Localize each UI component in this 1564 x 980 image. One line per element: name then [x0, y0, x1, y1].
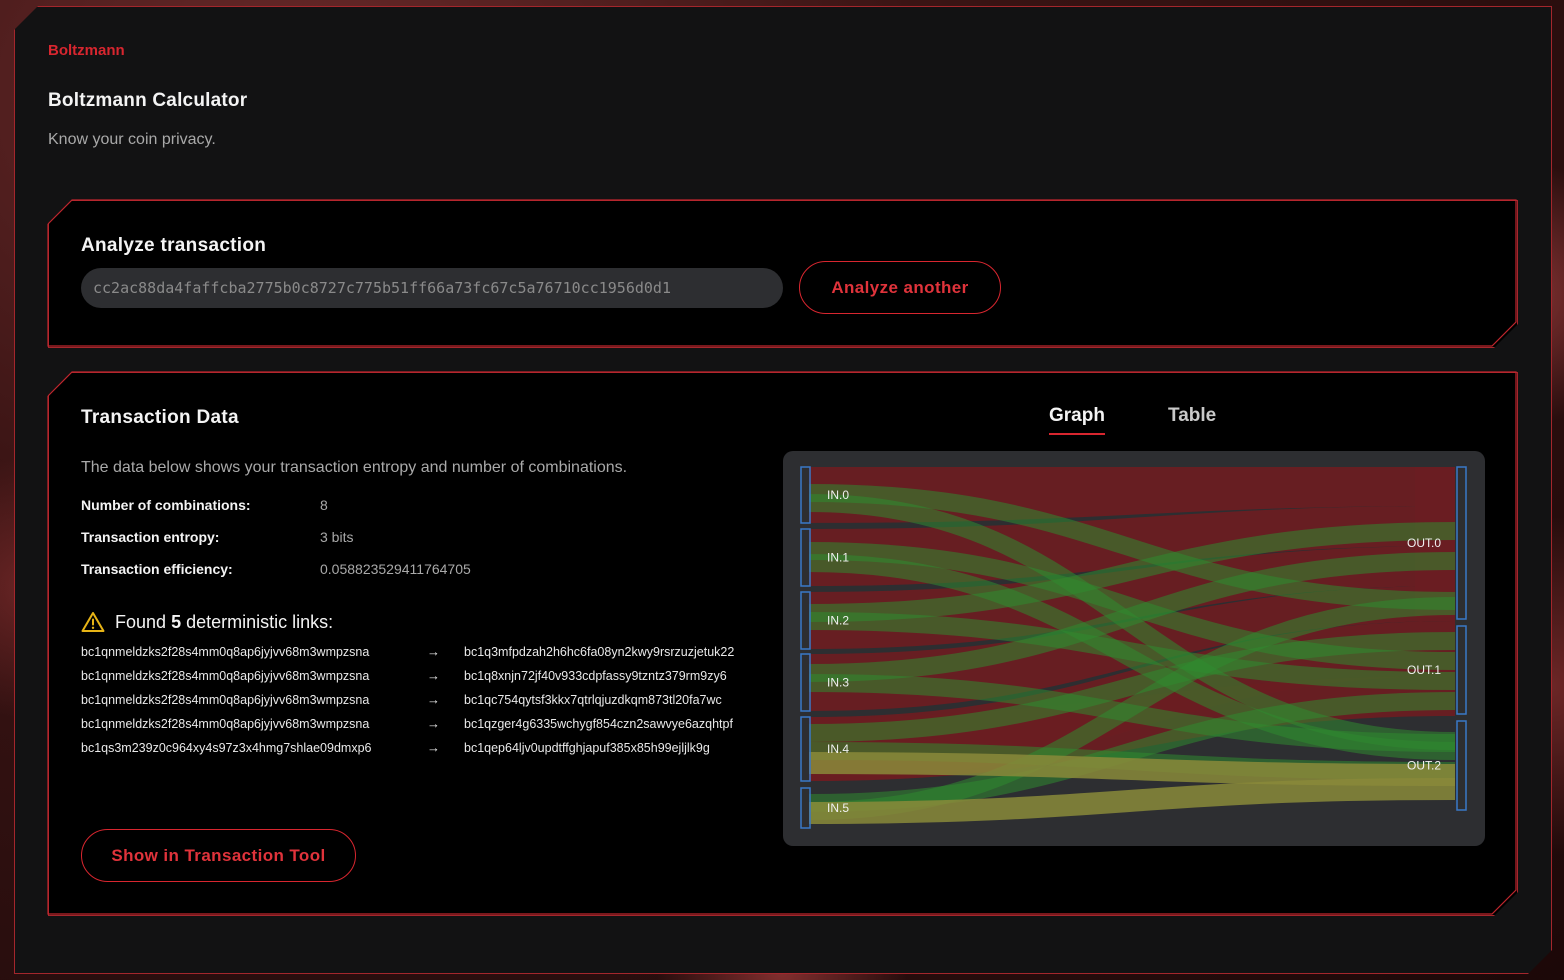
sankey-input-label: IN.3 [827, 676, 849, 690]
txid-input[interactable] [81, 268, 783, 308]
sankey-input-label: IN.1 [827, 551, 849, 565]
sankey-input-node[interactable] [801, 788, 810, 828]
warning-icon [81, 611, 105, 633]
tab-graph[interactable]: Graph [1049, 405, 1105, 435]
link-from-address: bc1qnmeldzks2f28s4mm0q8ap6jyjvv68m3wmpzs… [81, 717, 370, 731]
link-to-address: bc1qzger4g6335wchygf854czn2sawvye6azqhtp… [464, 717, 733, 731]
sankey-input-node[interactable] [801, 654, 810, 711]
found-prefix: Found [115, 611, 167, 632]
sankey-input-label: IN.5 [827, 801, 849, 815]
transaction-data-title: Transaction Data [81, 407, 239, 428]
analyze-title: Analyze transaction [81, 235, 267, 256]
link-row: bc1qnmeldzks2f28s4mm0q8ap6jyjvv68m3wmpzs… [81, 645, 781, 669]
sankey-output-node[interactable] [1457, 467, 1466, 619]
app-window: Boltzmann Boltzmann Calculator Know your… [14, 6, 1552, 974]
sankey-input-node[interactable] [801, 529, 810, 586]
deterministic-links-heading: Found 5 deterministic links: [81, 611, 333, 633]
link-to-address: bc1qep64ljv0updtffghjapuf385x85h99ejljlk… [464, 741, 710, 755]
sankey-input-node[interactable] [801, 467, 810, 523]
arrow-right-icon: → [427, 716, 440, 731]
found-suffix: deterministic links: [186, 611, 334, 632]
sankey-input-node[interactable] [801, 592, 810, 649]
arrow-right-icon: → [427, 644, 440, 659]
link-from-address: bc1qnmeldzks2f28s4mm0q8ap6jyjvv68m3wmpzs… [81, 693, 370, 707]
sankey-output-label: OUT.1 [1407, 663, 1441, 677]
page-subtitle: Know your coin privacy. [48, 131, 216, 148]
link-row: bc1qnmeldzks2f28s4mm0q8ap6jyjvv68m3wmpzs… [81, 669, 781, 693]
transaction-data-panel: Transaction Data The data below shows yo… [48, 372, 1518, 916]
sankey-output-node[interactable] [1457, 626, 1466, 714]
found-count: 5 [171, 611, 182, 632]
analyze-another-button[interactable]: Analyze another [799, 261, 1001, 314]
arrow-right-icon: → [427, 668, 440, 683]
sankey-output-node[interactable] [1457, 721, 1466, 810]
analyze-panel: Analyze transaction Analyze another [48, 200, 1518, 348]
sankey-flow-yellow [809, 763, 1455, 775]
arrow-right-icon: → [427, 740, 440, 755]
stat-label-combinations: Number of combinations: [81, 497, 251, 513]
tab-table[interactable]: Table [1168, 405, 1216, 433]
link-row: bc1qnmeldzks2f28s4mm0q8ap6jyjvv68m3wmpzs… [81, 693, 781, 717]
transaction-data-description: The data below shows your transaction en… [81, 459, 628, 476]
stat-value-combinations: 8 [320, 497, 328, 513]
page-title: Boltzmann Calculator [48, 90, 248, 111]
link-from-address: bc1qs3m239z0c964xy4s97z3x4hmg7shlae09dmx… [81, 741, 372, 755]
stat-value-efficiency: 0.058823529411764705 [320, 561, 471, 577]
sankey-graph: IN.0 IN.1 IN.2 IN.3 IN.4 IN.5 OUT.0 OUT.1 OUT.2 [783, 451, 1485, 846]
sankey-svg: IN.0 IN.1 IN.2 IN.3 IN.4 IN.5 OUT.0 OUT.1 OUT.2 [783, 451, 1485, 846]
sankey-input-label: IN.2 [827, 614, 849, 628]
arrow-right-icon: → [427, 692, 440, 707]
sankey-input-node[interactable] [801, 717, 810, 781]
show-in-transaction-tool-button[interactable]: Show in Transaction Tool [81, 829, 356, 882]
link-from-address: bc1qnmeldzks2f28s4mm0q8ap6jyjvv68m3wmpzs… [81, 669, 370, 683]
link-row: bc1qnmeldzks2f28s4mm0q8ap6jyjvv68m3wmpzs… [81, 717, 781, 741]
link-to-address: bc1q8xnjn72jf40v933cdpfassy9tzntz379rm9z… [464, 669, 727, 683]
sankey-output-label: OUT.2 [1407, 759, 1441, 773]
sankey-input-label: IN.0 [827, 488, 849, 502]
brand-link[interactable]: Boltzmann [48, 42, 125, 59]
sankey-output-label: OUT.0 [1407, 536, 1441, 550]
link-to-address: bc1qc754qytsf3kkx7qtrlqjuzdkqm873tl20fa7… [464, 693, 722, 707]
deterministic-links-list: bc1qnmeldzks2f28s4mm0q8ap6jyjvv68m3wmpzs… [81, 645, 781, 765]
stat-value-entropy: 3 bits [320, 529, 354, 545]
stat-label-efficiency: Transaction efficiency: [81, 561, 233, 577]
link-to-address: bc1q3mfpdzah2h6hc6fa08yn2kwy9rsrzuzjetuk… [464, 645, 735, 659]
sankey-input-label: IN.4 [827, 742, 849, 756]
link-row: bc1qs3m239z0c964xy4s97z3x4hmg7shlae09dmx… [81, 741, 781, 765]
link-from-address: bc1qnmeldzks2f28s4mm0q8ap6jyjvv68m3wmpzs… [81, 645, 370, 659]
stat-label-entropy: Transaction entropy: [81, 529, 220, 545]
